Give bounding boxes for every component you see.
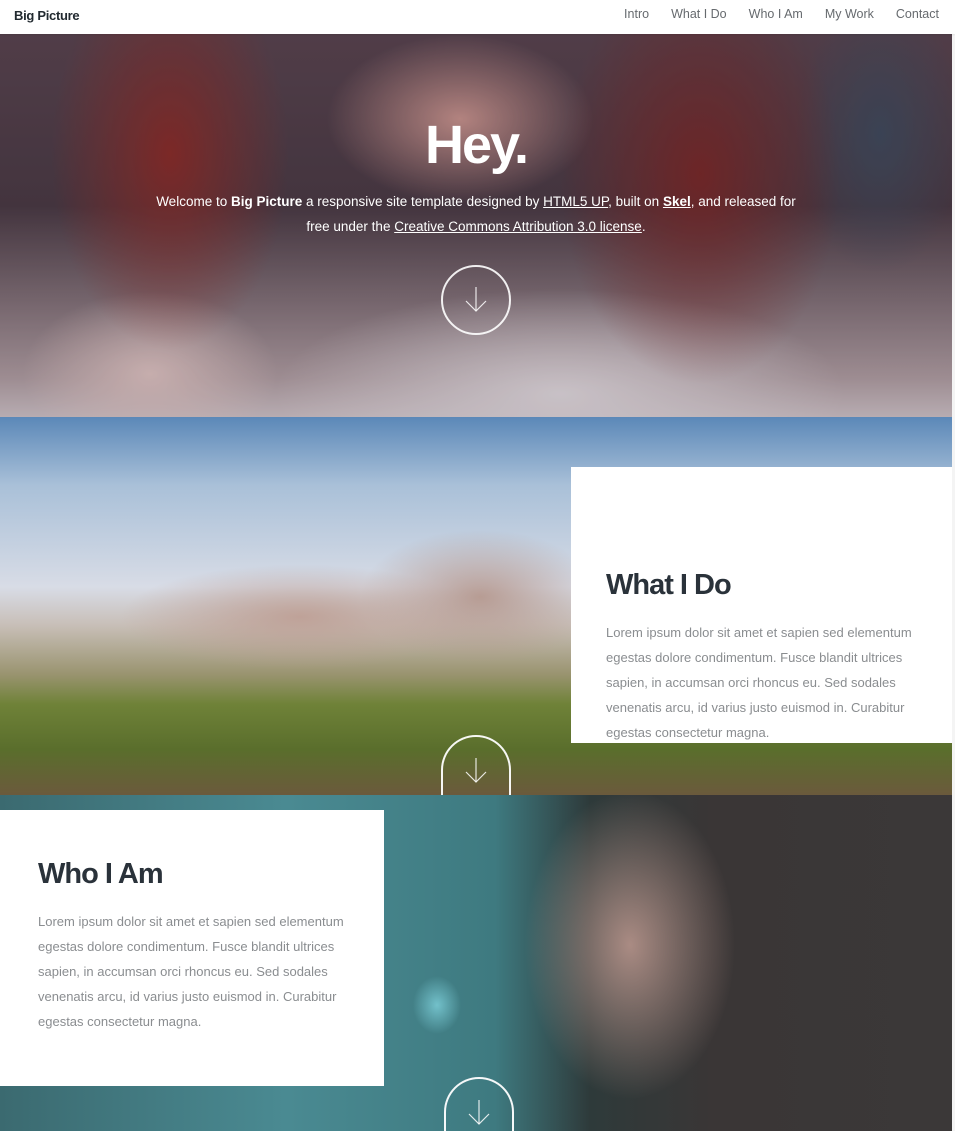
intro-section: Hey. Welcome to Big Picture a responsive… xyxy=(0,34,952,417)
scroll-next-button[interactable] xyxy=(441,735,511,795)
who-i-am-title: Who I Am xyxy=(38,858,164,890)
nav-contact[interactable]: Contact xyxy=(896,7,939,21)
scroll-next-button[interactable] xyxy=(444,1077,514,1131)
nav-who-i-am[interactable]: Who I Am xyxy=(749,7,803,21)
site-header: Big Picture Intro What I Do Who I Am My … xyxy=(0,0,955,34)
nav-what-i-do[interactable]: What I Do xyxy=(671,7,727,21)
arrow-down-icon xyxy=(468,1100,490,1125)
nav-my-work[interactable]: My Work xyxy=(825,7,874,21)
nav-intro[interactable]: Intro xyxy=(624,7,649,21)
html5up-link[interactable]: HTML5 UP xyxy=(543,194,608,209)
skel-link[interactable]: Skel xyxy=(663,194,691,209)
text: Welcome to xyxy=(156,194,231,209)
who-i-am-section: Who I Am Lorem ipsum dolor sit amet et s… xyxy=(0,795,952,1131)
who-i-am-panel: Who I Am Lorem ipsum dolor sit amet et s… xyxy=(0,810,384,1086)
what-i-do-panel: What I Do Lorem ipsum dolor sit amet et … xyxy=(571,467,952,743)
site-logo[interactable]: Big Picture xyxy=(14,8,80,23)
who-i-am-text: Lorem ipsum dolor sit amet et sapien sed… xyxy=(38,914,344,1029)
main-nav: Intro What I Do Who I Am My Work Contact xyxy=(624,7,939,21)
hero-description: Welcome to Big Picture a responsive site… xyxy=(150,189,802,239)
text: a responsive site template designed by xyxy=(302,194,544,209)
arrow-down-icon xyxy=(465,287,487,312)
hero-title: Hey. xyxy=(424,115,529,175)
what-i-do-text: Lorem ipsum dolor sit amet et sapien sed… xyxy=(606,625,912,740)
scroll-next-button[interactable] xyxy=(441,265,511,335)
what-i-do-title: What I Do xyxy=(606,569,732,601)
license-link[interactable]: Creative Commons Attribution 3.0 license xyxy=(394,219,642,234)
brand-name: Big Picture xyxy=(230,194,303,209)
text: , built on xyxy=(608,194,663,209)
arrow-down-icon xyxy=(465,758,487,783)
what-i-do-section: What I Do Lorem ipsum dolor sit amet et … xyxy=(0,417,952,795)
text: . xyxy=(641,219,646,234)
